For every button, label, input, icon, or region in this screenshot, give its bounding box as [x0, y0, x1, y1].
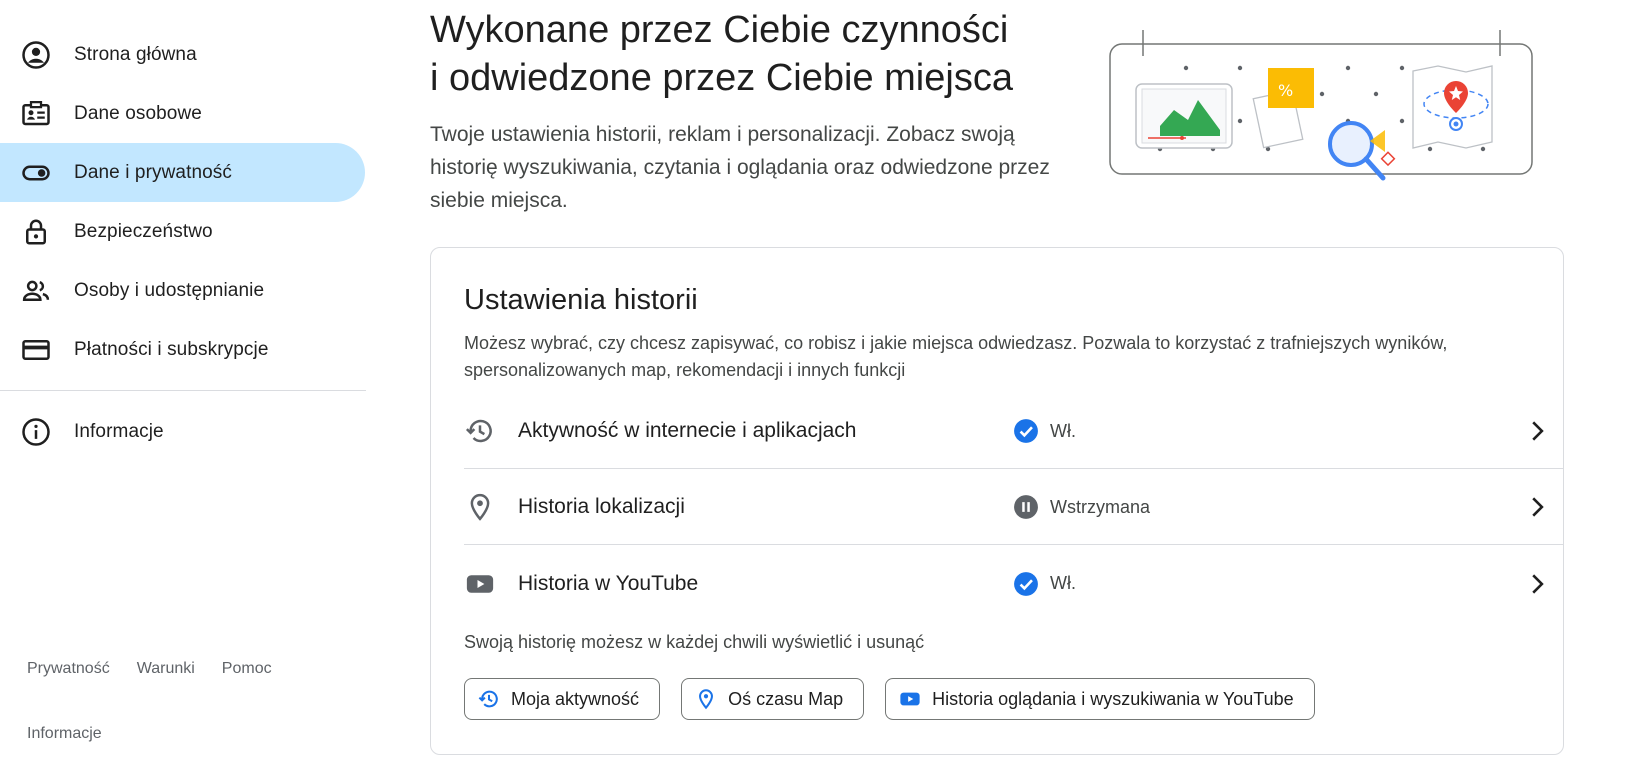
chip-label: Historia oglądania i wyszukiwania w YouT…: [932, 688, 1294, 709]
sidebar-item-payments[interactable]: Płatności i subskrypcje: [0, 320, 365, 379]
history-row-location[interactable]: Historia lokalizacji Wstrzymana: [464, 470, 1564, 545]
check-circle-icon: [1014, 419, 1038, 443]
sidebar: Strona główna Dane osobowe Dane i prywat…: [0, 0, 366, 763]
credit-card-icon: [19, 333, 53, 367]
row-status: Wstrzymana: [1013, 494, 1150, 520]
row-label: Historia lokalizacji: [518, 495, 685, 518]
youtube-icon: [898, 687, 922, 711]
history-icon: [477, 687, 501, 711]
row-status: Wł.: [1013, 418, 1076, 444]
youtube-history-button[interactable]: Historia oglądania i wyszukiwania w YouT…: [885, 678, 1315, 720]
row-label: Historia w YouTube: [518, 571, 699, 595]
sidebar-item-label: Osoby i udostępnianie: [74, 279, 265, 301]
row-label: Aktywność w internecie i aplikacjach: [518, 419, 857, 442]
sidebar-nav: Strona główna Dane osobowe Dane i prywat…: [0, 25, 366, 379]
sidebar-item-label: Dane i prywatność: [74, 161, 232, 183]
status-text: Wstrzymana: [1050, 496, 1151, 517]
location-pin-icon: [694, 687, 718, 711]
history-note: Swoją historię możesz w każdej chwili wy…: [464, 632, 925, 652]
status-text: Wł.: [1050, 420, 1076, 441]
sidebar-item-label: Płatności i subskrypcje: [74, 338, 269, 360]
header-illustration: %: [1108, 26, 1536, 194]
sidebar-item-label: Strona główna: [74, 43, 197, 65]
svg-text:%: %: [1278, 81, 1293, 100]
page-title: Wykonane przez Ciebie czynności i odwied…: [430, 6, 1070, 102]
history-shortcut-chips: Moja aktywność Oś czasu Map Historia ogl…: [464, 678, 1336, 720]
sidebar-info-wrap: Informacje: [0, 402, 365, 461]
illustration-graphic: %: [1109, 30, 1533, 181]
account-circle-icon: [19, 38, 53, 72]
chevron-right-icon: [1532, 421, 1544, 441]
sidebar-item-label: Dane osobowe: [74, 102, 202, 124]
card-title: Ustawienia historii: [464, 284, 698, 316]
my-activity-button[interactable]: Moja aktywność: [464, 678, 661, 720]
chip-label: Moja aktywność: [511, 688, 640, 709]
sidebar-item-personal-info[interactable]: Dane osobowe: [0, 84, 365, 143]
youtube-icon: [464, 568, 496, 600]
maps-timeline-button[interactable]: Oś czasu Map: [681, 678, 865, 720]
status-text: Wł.: [1050, 573, 1076, 593]
sidebar-divider: [0, 390, 366, 391]
chip-label: Oś czasu Map: [728, 688, 844, 709]
page-title-line1: Wykonane przez Ciebie czynności: [430, 9, 1009, 51]
toggle-icon: [19, 156, 53, 190]
location-pin-icon: [464, 491, 496, 523]
page-title-line2: i odwiedzone przez Ciebie miejsca: [430, 57, 1013, 99]
info-icon: [19, 415, 53, 449]
pause-circle-icon: [1014, 495, 1038, 519]
history-row-youtube[interactable]: Historia w YouTube Wł.: [464, 546, 1564, 621]
page-description: Twoje ustawienia historii, reklam i pers…: [430, 123, 1050, 212]
footer-link-privacy[interactable]: Prywatność: [27, 660, 110, 678]
sidebar-item-label: Informacje: [74, 420, 164, 442]
history-settings-card: Ustawienia historii Możesz wybrać, czy c…: [430, 247, 1564, 755]
people-icon: [19, 274, 53, 308]
footer-links: Prywatność Warunki Pomoc: [27, 660, 299, 678]
sidebar-item-home[interactable]: Strona główna: [0, 25, 365, 84]
history-icon: [464, 415, 496, 447]
footer-link-terms[interactable]: Warunki: [137, 660, 195, 678]
chevron-right-icon: [1532, 573, 1544, 594]
row-status: Wł.: [1013, 571, 1076, 597]
id-card-icon: [19, 97, 53, 131]
sidebar-item-about[interactable]: Informacje: [0, 402, 365, 461]
lock-icon: [19, 215, 53, 249]
history-row-web-app-activity[interactable]: Aktywność w internecie i aplikacjach Wł.: [464, 394, 1564, 469]
sidebar-item-security[interactable]: Bezpieczeństwo: [0, 202, 365, 261]
sidebar-item-people-sharing[interactable]: Osoby i udostępnianie: [0, 261, 365, 320]
check-circle-icon: [1014, 571, 1038, 596]
sidebar-item-label: Bezpieczeństwo: [74, 220, 213, 242]
card-description: Możesz wybrać, czy chcesz zapisywać, co …: [464, 333, 1448, 380]
footer-link-about[interactable]: Informacje: [27, 725, 102, 743]
sidebar-item-data-privacy[interactable]: Dane i prywatność: [0, 143, 365, 202]
chevron-right-icon: [1532, 497, 1544, 517]
footer-link-help[interactable]: Pomoc: [222, 660, 272, 678]
